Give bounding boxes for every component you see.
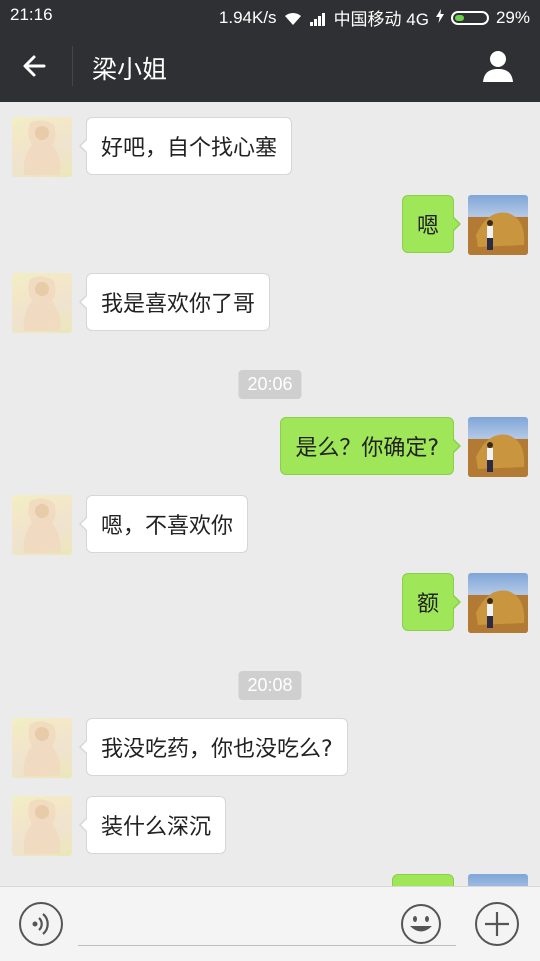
status-right: 1.94K/s 中国移动 4G 29% — [219, 5, 530, 30]
charging-icon — [435, 8, 444, 28]
contact-avatar[interactable] — [12, 117, 72, 177]
message-row: 好吧，自个找心塞 — [0, 117, 540, 177]
input-bar — [0, 886, 540, 961]
message-row: 是么？你确定? — [0, 417, 540, 477]
message-row: 我没吃药，你也没吃么? — [0, 718, 540, 778]
plus-icon[interactable] — [474, 901, 520, 947]
status-bar: 21:16 1.94K/s 中国移动 4G 29% — [0, 0, 540, 30]
network-speed: 1.94K/s — [218, 7, 277, 27]
message-list[interactable]: 好吧，自个找心塞嗯我是喜欢你了哥 20:06 是么？你确定? 嗯，不喜欢你额 20:08… — [0, 102, 540, 887]
timestamp: 20:08 — [238, 671, 302, 700]
sent-message-bubble[interactable]: 是么？你确定? — [280, 417, 461, 475]
received-message-bubble[interactable]: 好吧，自个找心塞 — [78, 117, 293, 175]
arrow-left-icon[interactable] — [14, 44, 58, 88]
contact-avatar[interactable] — [12, 273, 72, 333]
message-row: 嗯，不喜欢你 — [0, 495, 540, 555]
chat-header: 梁小姐 — [0, 30, 540, 102]
chat-title: 梁小姐 — [92, 55, 168, 84]
battery-icon — [450, 10, 489, 25]
contact-avatar[interactable] — [12, 495, 72, 555]
received-message-bubble[interactable]: 我是喜欢你了哥 — [78, 273, 271, 331]
wifi-icon — [284, 11, 302, 25]
contact-avatar[interactable] — [12, 796, 72, 856]
signal-icon — [309, 11, 327, 26]
contact-avatar[interactable] — [12, 718, 72, 778]
message-input[interactable] — [78, 945, 456, 946]
voice-icon[interactable] — [18, 901, 64, 947]
status-time: 21:16 — [10, 5, 53, 24]
header-divider — [72, 46, 73, 86]
sent-message-bubble[interactable]: 嗯 — [401, 195, 462, 253]
received-message-bubble[interactable]: 嗯，不喜欢你 — [78, 495, 249, 553]
carrier-label: 中国移动 4G — [333, 10, 429, 29]
message-row: 装什么深沉 — [0, 796, 540, 856]
timestamp: 20:06 — [238, 370, 302, 399]
message-row: 额 — [0, 573, 540, 633]
battery-level — [454, 14, 464, 21]
my-avatar[interactable] — [468, 573, 528, 633]
received-message-bubble[interactable]: 我没吃药，你也没吃么? — [79, 718, 348, 776]
received-message-bubble[interactable]: 装什么深沉 — [78, 796, 227, 854]
message-row: 我是喜欢你了哥 — [0, 273, 540, 333]
my-avatar[interactable] — [468, 195, 528, 255]
smiley-icon[interactable] — [400, 903, 442, 945]
my-avatar[interactable] — [468, 417, 528, 477]
timestamp-row: 20:08 — [0, 671, 540, 701]
sent-message-bubble[interactable]: 额 — [401, 573, 462, 631]
person-icon[interactable] — [476, 44, 520, 88]
timestamp-row: 20:06 — [0, 370, 540, 400]
message-row: 嗯 — [0, 195, 540, 255]
battery-percent: 29% — [495, 7, 530, 27]
